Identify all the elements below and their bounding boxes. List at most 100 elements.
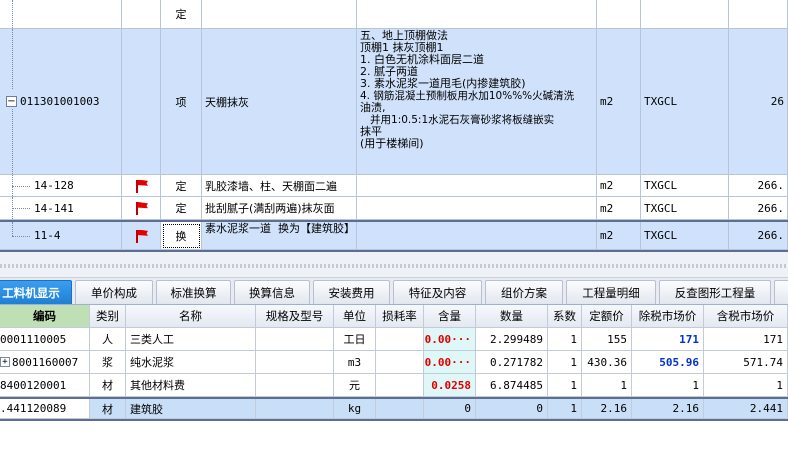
qty-cell[interactable]	[729, 0, 788, 29]
table-row-selected[interactable]: .441120089 材 建筑胶 kg 0 0 1 2.16 2.16 2.44…	[0, 397, 788, 421]
quantity-cell[interactable]: 6.874485	[476, 374, 548, 397]
tab-pricing-scheme[interactable]: 组价方案	[485, 280, 563, 304]
tax-price-cell[interactable]: 2.441	[704, 399, 788, 419]
code-cell[interactable]	[0, 0, 122, 29]
tab-labor-material[interactable]: 工料机显示	[0, 280, 72, 304]
quota-price-cell[interactable]: 1	[582, 374, 632, 397]
desc-cell[interactable]	[357, 222, 597, 250]
loss-cell[interactable]	[376, 374, 424, 397]
desc-cell[interactable]	[357, 197, 597, 220]
loss-cell[interactable]	[376, 328, 424, 351]
unit-cell[interactable]: 元	[334, 374, 376, 397]
type-cell[interactable]: 定	[161, 175, 202, 197]
formula-cell[interactable]: TXGCL	[641, 197, 729, 220]
loss-cell[interactable]	[376, 399, 424, 419]
quota-price-cell[interactable]: 155	[582, 328, 632, 351]
quantity-cell[interactable]: 0.271782	[476, 351, 548, 374]
name-cell[interactable]	[202, 0, 357, 29]
grid-row-item[interactable]: − 011301001003 项 天棚抹灰 五、地上顶棚做法 顶棚1 抹灰顶棚1…	[0, 29, 788, 175]
unit-cell[interactable]: m2	[597, 197, 641, 220]
col-header-name[interactable]: 名称	[126, 305, 256, 328]
col-header-quota-price[interactable]: 定额价	[582, 305, 632, 328]
col-header-category[interactable]: 类别	[90, 305, 126, 328]
formula-cell[interactable]: TXGCL	[641, 222, 729, 250]
quota-price-cell[interactable]: 2.16	[582, 399, 632, 419]
table-row[interactable]: + 8001160007 浆 纯水泥浆 m3 0.00··· 0.271782 …	[0, 351, 788, 374]
unit-cell[interactable]: m2	[597, 175, 641, 197]
coefficient-cell[interactable]: 1	[548, 328, 582, 351]
coefficient-cell[interactable]: 1	[548, 374, 582, 397]
code-cell[interactable]: 11-4	[0, 222, 122, 250]
table-row[interactable]: 8400120001 材 其他材料费 元 0.0258 6.874485 1 1…	[0, 374, 788, 397]
name-cell[interactable]: 其他材料费	[126, 374, 256, 397]
category-cell[interactable]: 人	[90, 328, 126, 351]
spec-cell[interactable]	[256, 399, 334, 419]
formula-cell[interactable]: TXGCL	[641, 175, 729, 197]
desc-cell[interactable]: 五、地上顶棚做法 顶棚1 抹灰顶棚1 1. 白色无机涂料面层二道 2. 腻子两道…	[357, 29, 597, 175]
tax-price-cell[interactable]: 571.74	[704, 351, 788, 374]
quota-price-cell[interactable]: 430.36	[582, 351, 632, 374]
col-header-unit[interactable]: 单位	[334, 305, 376, 328]
unit-cell[interactable]: m2	[597, 222, 641, 250]
market-price-cell[interactable]: 2.16	[632, 399, 704, 419]
coefficient-cell[interactable]: 1	[548, 351, 582, 374]
code-cell[interactable]: + 8001160007	[0, 351, 90, 374]
unit-cell[interactable]: m3	[334, 351, 376, 374]
col-header-market-price[interactable]: 除税市场价	[632, 305, 704, 328]
type-cell[interactable]: 项	[161, 29, 202, 175]
panel-splitter[interactable]	[0, 252, 788, 278]
tax-price-cell[interactable]: 1	[704, 374, 788, 397]
unit-cell[interactable]: m2	[597, 29, 641, 175]
tab-features[interactable]: 特征及内容	[393, 280, 482, 304]
name-cell[interactable]: 素水泥浆一道 换为【建筑胶】	[202, 222, 357, 250]
qty-cell[interactable]: 266.	[729, 222, 788, 250]
spec-cell[interactable]	[256, 374, 334, 397]
unit-cell[interactable]: 工日	[334, 328, 376, 351]
type-cell[interactable]: 定	[161, 197, 202, 220]
qty-cell[interactable]: 26	[729, 29, 788, 175]
code-cell[interactable]: .441120089	[0, 399, 90, 419]
code-cell[interactable]: − 011301001003	[0, 29, 122, 175]
content-cell[interactable]: 0.0258	[424, 374, 476, 397]
tab-install-fee[interactable]: 安装费用	[313, 280, 390, 304]
col-header-spec[interactable]: 规格及型号	[256, 305, 334, 328]
name-cell[interactable]: 乳胶漆墙、柱、天棚面二遍	[202, 175, 357, 197]
tab-quantity-detail[interactable]: 工程量明细	[566, 280, 656, 304]
spec-cell[interactable]	[256, 351, 334, 374]
col-header-code[interactable]: 编码	[0, 305, 90, 328]
market-price-cell[interactable]: 505.96	[632, 351, 704, 374]
formula-cell[interactable]	[641, 0, 729, 29]
col-header-loss-rate[interactable]: 损耗率	[376, 305, 424, 328]
tab-unit-price[interactable]: 单价构成	[75, 280, 153, 304]
name-cell[interactable]: 天棚抹灰	[202, 29, 357, 175]
qty-cell[interactable]: 266.	[729, 175, 788, 197]
table-row[interactable]: 0001110005 人 三类人工 工日 0.00··· 2.299489 1 …	[0, 328, 788, 351]
grid-row-quota[interactable]: 14-128 定 乳胶漆墙、柱、天棚面二遍 m2 TXGCL 266.	[0, 175, 788, 197]
tab-more[interactable]	[774, 280, 788, 304]
name-cell[interactable]: 纯水泥浆	[126, 351, 256, 374]
category-cell[interactable]: 材	[90, 374, 126, 397]
col-header-quantity[interactable]: 数量	[476, 305, 548, 328]
quantity-cell[interactable]: 0	[476, 399, 548, 419]
content-cell[interactable]: 0.00···	[424, 328, 476, 351]
formula-cell[interactable]: TXGCL	[641, 29, 729, 175]
expand-icon[interactable]: +	[0, 357, 10, 367]
quantity-cell[interactable]: 2.299489	[476, 328, 548, 351]
content-cell[interactable]: 0.00···	[424, 351, 476, 374]
tab-reverse-lookup[interactable]: 反查图形工程量	[659, 280, 771, 304]
col-header-coefficient[interactable]: 系数	[548, 305, 582, 328]
name-cell[interactable]: 批刮腻子(满刮两遍)抹灰面	[202, 197, 357, 220]
col-header-content[interactable]: 含量	[424, 305, 476, 328]
code-cell[interactable]: 8400120001	[0, 374, 90, 397]
col-header-tax-price[interactable]: 含税市场价	[704, 305, 788, 328]
tab-standard-conversion[interactable]: 标准换算	[156, 280, 231, 304]
code-cell[interactable]: 0001110005	[0, 328, 90, 351]
unit-cell[interactable]: kg	[334, 399, 376, 419]
type-cell[interactable]: 定	[161, 0, 202, 29]
tab-conversion-info[interactable]: 换算信息	[234, 280, 310, 304]
unit-cell[interactable]	[597, 0, 641, 29]
grid-row[interactable]: 定	[0, 0, 788, 29]
code-cell[interactable]: 14-128	[0, 175, 122, 197]
name-cell[interactable]: 三类人工	[126, 328, 256, 351]
market-price-cell[interactable]: 171	[632, 328, 704, 351]
